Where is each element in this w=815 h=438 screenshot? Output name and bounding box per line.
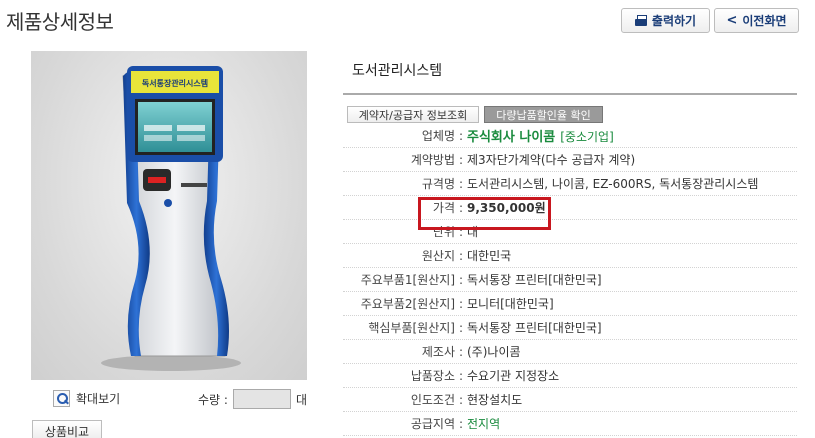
- detail-value: 현장설치도: [467, 393, 523, 407]
- detail-label: 제조사: [421, 345, 455, 359]
- detail-label: 공급지역: [410, 417, 455, 431]
- detail-row-core-part: 핵심부품[원산지] : 독서통장 프린터[대한민국]: [343, 316, 797, 340]
- company-size-tag: [중소기업]: [560, 130, 614, 144]
- back-button[interactable]: < 이전화면: [714, 8, 799, 33]
- kiosk-screen-banner: 독서통장관리시스템: [142, 78, 208, 88]
- company-name-link[interactable]: 주식회사 나이콤: [467, 130, 555, 145]
- detail-row-company: 업체명 : 주식회사 나이콤 [중소기업]: [343, 124, 797, 148]
- print-button[interactable]: 출력하기: [621, 8, 710, 33]
- quantity-unit: 대: [296, 393, 308, 407]
- product-detail-table: 업체명 : 주식회사 나이콤 [중소기업] 계약방법 : 제3자단가계약(다수 공…: [343, 124, 797, 436]
- magnifier-icon: [53, 390, 70, 407]
- detail-row-price: 가격 : 9,350,000원: [343, 196, 797, 220]
- back-button-label: 이전화면: [742, 14, 787, 28]
- chevron-left-icon: <: [726, 13, 738, 28]
- detail-value: 수요기관 지정장소: [467, 369, 560, 383]
- detail-label: 원산지: [421, 249, 455, 263]
- detail-label: 인도조건: [410, 393, 455, 407]
- contract-info-button[interactable]: 계약자/공급자 정보조회: [347, 106, 479, 123]
- price-highlight-box: [418, 197, 551, 230]
- compare-button[interactable]: 상품비교: [32, 420, 102, 438]
- print-button-label: 출력하기: [651, 14, 697, 28]
- detail-label: 규격명: [421, 177, 455, 191]
- page-title: 제품상세정보: [6, 10, 114, 34]
- printer-icon: [634, 15, 647, 26]
- detail-label: 핵심부품[원산지]: [368, 321, 455, 335]
- zoom-label: 확대보기: [76, 392, 121, 406]
- detail-value: 독서통장 프린터[대한민국]: [467, 273, 602, 287]
- quantity-label: 수량 :: [198, 393, 228, 407]
- product-image[interactable]: 독서통장관리시스템: [31, 51, 307, 380]
- detail-label: 계약방법: [410, 153, 455, 167]
- detail-label: 주요부품1[원산지]: [360, 273, 455, 287]
- detail-row-spec: 규격명 : 도서관리시스템, 나이콤, EZ-600RS, 독서통장관리시스템: [343, 172, 797, 196]
- detail-value: (주)나이콤: [467, 345, 521, 359]
- detail-row-supply-region: 공급지역 : 전지역: [343, 412, 797, 436]
- detail-row-delivery-terms: 인도조건 : 현장설치도: [343, 388, 797, 412]
- detail-value: 대한민국: [467, 249, 512, 263]
- detail-row-contract-method: 계약방법 : 제3자단가계약(다수 공급자 계약): [343, 148, 797, 172]
- detail-label: 업체명: [421, 129, 455, 143]
- detail-row-delivery-place: 납품장소 : 수요기관 지정장소: [343, 364, 797, 388]
- supply-region-link[interactable]: 전지역: [467, 415, 797, 432]
- discount-rate-button[interactable]: 다량납품할인율 확인: [484, 106, 603, 123]
- detail-row-origin: 원산지 : 대한민국: [343, 244, 797, 268]
- detail-value: 도서관리시스템, 나이콤, EZ-600RS, 독서통장관리시스템: [467, 177, 759, 191]
- detail-value: 독서통장 프린터[대한민국]: [467, 321, 602, 335]
- detail-value: 모니터[대한민국]: [467, 297, 554, 311]
- zoom-button[interactable]: 확대보기: [53, 390, 120, 407]
- quantity-input[interactable]: [233, 389, 291, 409]
- product-name: 도서관리시스템: [352, 63, 443, 79]
- detail-value: 제3자단가계약(다수 공급자 계약): [467, 153, 636, 167]
- detail-row-main-part-2: 주요부품2[원산지] : 모니터[대한민국]: [343, 292, 797, 316]
- detail-row-manufacturer: 제조사 : (주)나이콤: [343, 340, 797, 364]
- detail-row-main-part-1: 주요부품1[원산지] : 독서통장 프린터[대한민국]: [343, 268, 797, 292]
- detail-row-unit: 단위 : 대: [343, 220, 797, 244]
- divider: [343, 93, 797, 95]
- detail-label: 주요부품2[원산지]: [360, 297, 455, 311]
- detail-label: 납품장소: [410, 369, 455, 383]
- kiosk-illustration: 독서통장관리시스템: [101, 66, 241, 371]
